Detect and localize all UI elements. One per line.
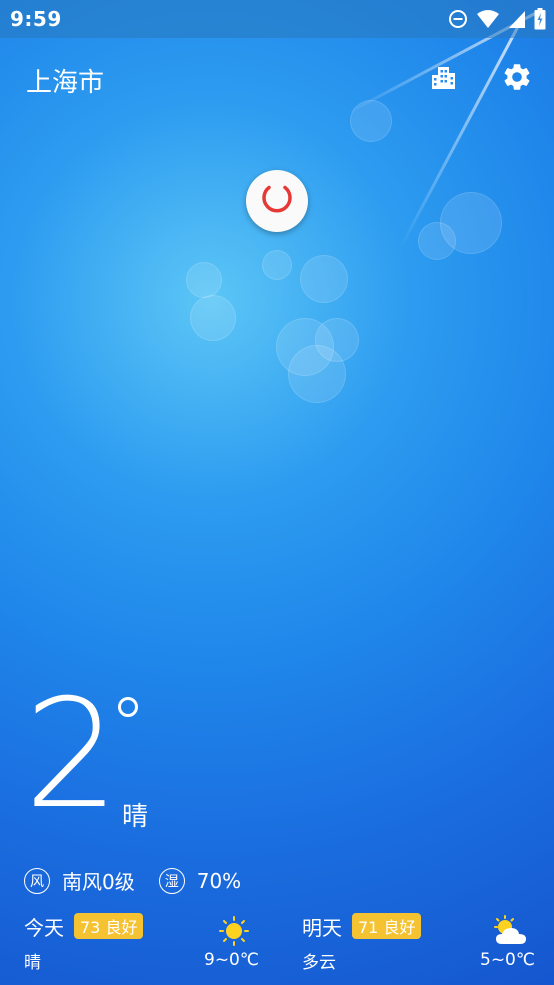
signal-icon	[508, 9, 526, 29]
humidity-icon: 湿	[158, 867, 185, 894]
refresh-loader	[246, 170, 308, 232]
wind-value: 南风0级	[62, 870, 135, 894]
forecast-temp-range: 9~0℃	[204, 950, 259, 970]
forecast-tomorrow[interactable]: 明天 71 良好 多云 5~0℃	[302, 912, 535, 976]
city-list-button[interactable]	[426, 62, 460, 96]
settings-gear-icon	[501, 61, 533, 97]
city-buildings-icon	[429, 63, 457, 95]
sunny-icon	[218, 915, 250, 951]
bokeh-circle	[262, 250, 292, 280]
bokeh-circle	[186, 262, 222, 298]
weather-details: 风 南风0级 湿 70%	[24, 866, 265, 895]
humidity-value: 70%	[196, 868, 242, 893]
forecast-day-label: 明天	[302, 916, 342, 940]
current-condition: 晴	[122, 802, 149, 832]
aqi-badge: 71 良好	[352, 913, 422, 939]
settings-button[interactable]	[500, 62, 534, 96]
forecast-condition: 多云	[302, 953, 336, 973]
degree-symbol-icon	[118, 697, 138, 717]
forecast-condition: 晴	[24, 953, 41, 973]
city-title[interactable]: 上海市	[26, 62, 104, 99]
battery-charging-icon	[534, 8, 546, 30]
status-time: 9:59	[10, 7, 62, 31]
current-temperature: 2	[24, 668, 120, 842]
bokeh-circle	[350, 100, 392, 142]
do-not-disturb-icon	[448, 9, 468, 29]
loading-spinner-icon	[259, 181, 295, 221]
aqi-badge: 73 良好	[74, 913, 144, 939]
bokeh-circle	[300, 255, 348, 303]
status-icons	[448, 8, 546, 30]
wind-icon: 风	[24, 867, 50, 894]
bokeh-circle	[315, 318, 359, 362]
status-bar: 9:59	[0, 0, 554, 38]
forecast-temp-range: 5~0℃	[480, 950, 535, 970]
bokeh-circle	[190, 295, 236, 341]
bokeh-circle	[440, 192, 502, 254]
forecast-today[interactable]: 今天 73 良好 晴 9~0℃	[24, 912, 259, 976]
partly-cloudy-icon	[492, 915, 530, 951]
forecast-day-label: 今天	[24, 916, 64, 940]
wifi-icon	[476, 9, 500, 29]
